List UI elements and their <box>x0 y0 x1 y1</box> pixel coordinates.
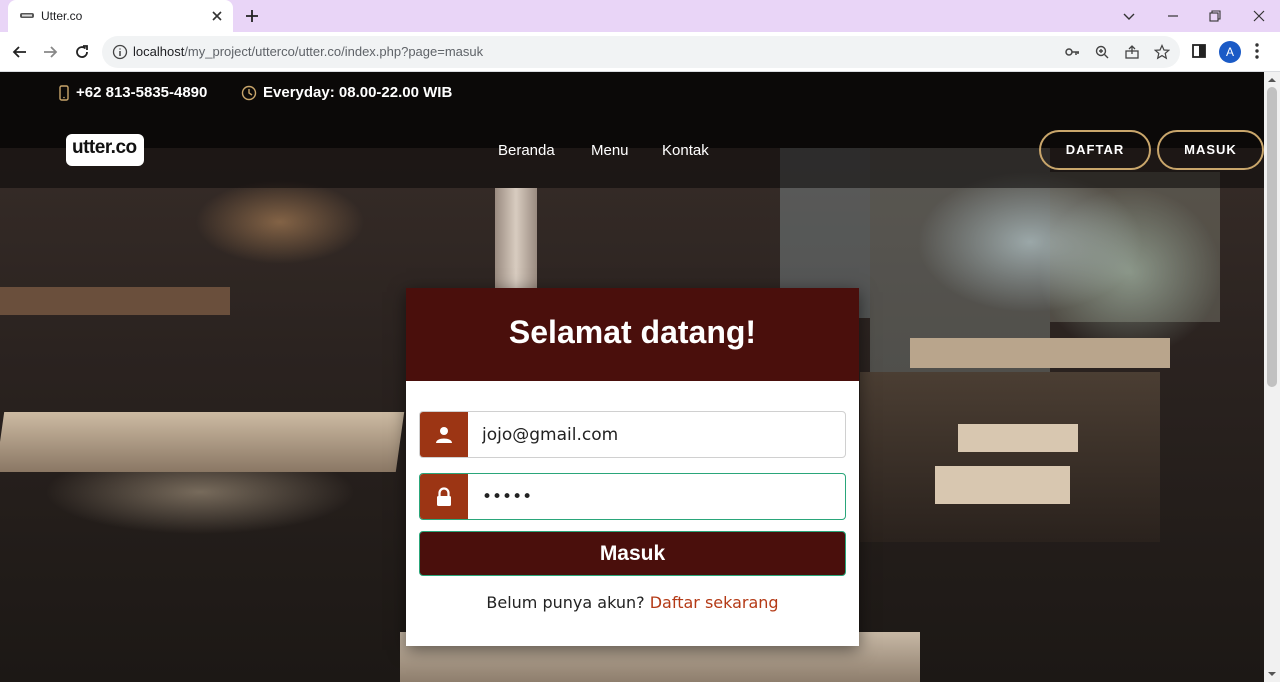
nav-link-menu[interactable]: Menu <box>591 142 629 159</box>
phone-icon <box>59 84 69 101</box>
scrollbar-thumb[interactable] <box>1267 87 1277 387</box>
close-window-icon[interactable] <box>1250 7 1268 25</box>
background-fridge <box>1050 172 1220 322</box>
profile-avatar[interactable]: A <box>1219 41 1241 63</box>
logo-text: utter.co <box>72 137 137 158</box>
zoom-icon[interactable] <box>1094 44 1110 60</box>
share-icon[interactable] <box>1124 44 1140 60</box>
site-favicon-icon <box>20 13 34 18</box>
tab-title: Utter.co <box>41 9 83 23</box>
address-bar[interactable]: localhost/my_project/utterco/utter.co/in… <box>102 36 1180 68</box>
background-table <box>860 372 1160 542</box>
browser-tab[interactable]: Utter.co <box>8 0 233 32</box>
tab-search-chevron-icon[interactable] <box>1120 7 1138 25</box>
forward-arrow-icon[interactable] <box>40 42 60 62</box>
login-title: Selamat datang! <box>508 314 757 350</box>
signup-prompt: Belum punya akun? Daftar sekarang <box>406 593 859 612</box>
background-table <box>0 412 405 472</box>
background-placemat <box>958 424 1078 452</box>
site-logo[interactable]: utter.co <box>66 134 144 166</box>
login-card-header: Selamat datang! <box>406 288 859 381</box>
background-placemat <box>935 466 1070 504</box>
login-card: Selamat datang! Masuk Belum punya akun? … <box>406 288 859 646</box>
background-table <box>0 287 230 315</box>
lock-icon <box>420 474 468 519</box>
back-arrow-icon[interactable] <box>10 42 30 62</box>
bookmark-star-icon[interactable] <box>1154 44 1170 60</box>
close-tab-icon[interactable] <box>209 8 225 24</box>
side-panel-icon[interactable] <box>1190 42 1208 60</box>
phone-info: +62 813-5835-4890 <box>58 84 207 101</box>
signup-prompt-text: Belum punya akun? <box>486 593 645 612</box>
password-field[interactable] <box>419 473 846 520</box>
opening-hours: Everyday: 08.00-22.00 WIB <box>263 84 453 101</box>
login-nav-button[interactable]: MASUK <box>1157 130 1264 170</box>
restore-icon[interactable] <box>1206 7 1224 25</box>
hours-info: Everyday: 08.00-22.00 WIB <box>241 84 452 101</box>
url-text: localhost/my_project/utterco/utter.co/in… <box>133 44 484 59</box>
user-icon <box>420 412 468 457</box>
background-table <box>910 338 1170 368</box>
signup-link[interactable]: Daftar sekarang <box>650 593 779 612</box>
register-button[interactable]: DAFTAR <box>1039 130 1151 170</box>
new-tab-icon[interactable] <box>244 8 260 24</box>
page-scrollbar[interactable] <box>1264 72 1280 682</box>
browser-tab-strip: Utter.co <box>0 0 1280 32</box>
site-info-icon[interactable] <box>112 44 128 60</box>
nav-link-kontak[interactable]: Kontak <box>662 142 709 159</box>
login-submit-button[interactable]: Masuk <box>419 531 846 576</box>
phone-number: +62 813-5835-4890 <box>76 84 208 101</box>
nav-link-beranda[interactable]: Beranda <box>498 142 555 159</box>
scroll-up-icon[interactable] <box>1268 76 1276 84</box>
browser-toolbar: localhost/my_project/utterco/utter.co/in… <box>0 32 1280 72</box>
browser-menu-icon[interactable] <box>1254 42 1260 60</box>
page-viewport: +62 813-5835-4890 Everyday: 08.00-22.00 … <box>0 72 1264 682</box>
email-field[interactable] <box>419 411 846 458</box>
key-icon[interactable] <box>1064 44 1080 60</box>
scroll-down-icon[interactable] <box>1268 670 1276 678</box>
password-input[interactable] <box>468 474 845 519</box>
minimize-icon[interactable] <box>1164 7 1182 25</box>
clock-icon <box>241 85 257 100</box>
reload-icon[interactable] <box>72 42 92 62</box>
email-input[interactable] <box>468 412 845 457</box>
